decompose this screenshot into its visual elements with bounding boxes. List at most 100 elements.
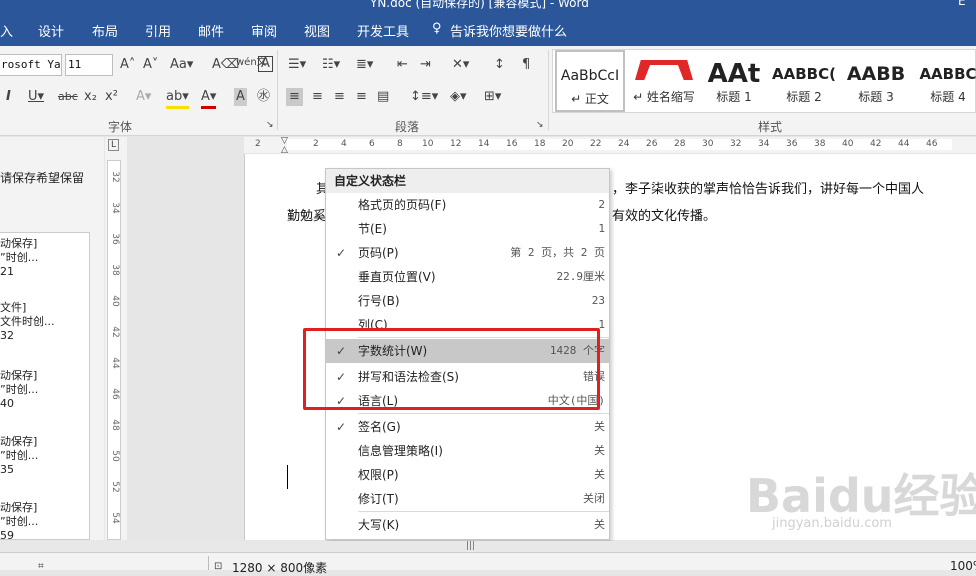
resolution-icon: ⊡ bbox=[214, 561, 223, 572]
style-preview: AaBbCcI bbox=[560, 68, 620, 84]
align-left-icon[interactable]: ≡ bbox=[286, 88, 303, 106]
shading-icon[interactable]: ◈▾ bbox=[450, 88, 467, 106]
hruler-number: 38 bbox=[814, 139, 826, 149]
font-color-icon[interactable]: A▾ bbox=[201, 88, 217, 109]
paragraph-dialog-launcher-icon[interactable]: ↘ bbox=[536, 116, 544, 134]
enclose-char-icon[interactable]: ㊌ bbox=[257, 88, 270, 106]
list-item[interactable]: 文件] 文件时创... 32 bbox=[0, 301, 55, 343]
style-name: ↵ 姓名缩写 bbox=[633, 90, 695, 104]
style-normal[interactable]: AaBbCcI ↵ 正文 bbox=[555, 50, 625, 112]
decrease-indent-icon[interactable]: ⇤ bbox=[397, 56, 408, 74]
menu-item-caps-lock[interactable]: 大写(K) 关 bbox=[326, 513, 609, 537]
increase-indent-icon[interactable]: ⇥ bbox=[420, 56, 431, 74]
shrink-font-icon[interactable]: A˅ bbox=[143, 56, 158, 74]
ribbon: rosoft Ya 11 A˄ A˅ Aa▾ A⌫ wén文 A I U▾ ab… bbox=[0, 46, 976, 136]
tab-review[interactable]: 审阅 bbox=[251, 21, 277, 40]
menu-item-track-changes[interactable]: 修订(T) 关闭 bbox=[326, 487, 609, 511]
window-title: YN.doc (自动保存的) [兼容模式] - Word bbox=[370, 0, 589, 10]
tell-me-search[interactable]: 告诉我你想要做什么 bbox=[450, 21, 567, 40]
list-item[interactable]: 动保存] ”时创... 40 bbox=[0, 369, 38, 411]
strikethrough-icon[interactable]: abc bbox=[58, 88, 78, 106]
align-center-icon[interactable]: ≡ bbox=[312, 88, 323, 106]
borders-icon[interactable]: ⊞▾ bbox=[484, 88, 501, 106]
style-name: ↵ 正文 bbox=[571, 92, 609, 106]
ribbon-tabs: 入 设计 布局 引用 邮件 审阅 视图 开发工具 ♀ 告诉我你想要做什么 bbox=[0, 12, 976, 46]
style-heading-4[interactable]: AABBC 标题 4 bbox=[913, 50, 976, 112]
hruler-number: 28 bbox=[674, 139, 686, 149]
tab-selector-icon[interactable]: L bbox=[108, 139, 120, 151]
style-heading-1[interactable]: AAt 标题 1 bbox=[699, 50, 769, 112]
align-right-icon[interactable]: ≡ bbox=[334, 88, 345, 106]
menu-item-formatted-page[interactable]: 格式页的页码(F) 2 bbox=[326, 193, 609, 217]
indent-marker-icon[interactable]: ▽ △ bbox=[281, 137, 288, 155]
distributed-icon[interactable]: ▤ bbox=[377, 88, 389, 106]
status-icon[interactable]: ⌗ bbox=[38, 558, 44, 576]
superscript-icon[interactable]: x² bbox=[105, 88, 118, 106]
highlight-annotation-box bbox=[303, 328, 600, 410]
menu-item-info-policy[interactable]: 信息管理策略(I) 关 bbox=[326, 439, 609, 463]
tab-insert[interactable]: 入 bbox=[0, 21, 13, 40]
style-initials[interactable]: ↵ 姓名缩写 bbox=[629, 50, 699, 112]
tab-view[interactable]: 视图 bbox=[304, 21, 330, 40]
chinese-layout-icon[interactable]: ✕▾ bbox=[452, 56, 469, 74]
tab-developer[interactable]: 开发工具 bbox=[357, 21, 409, 40]
char-shading-icon[interactable]: A bbox=[234, 88, 247, 106]
menu-item-line-number[interactable]: 行号(B) 23 bbox=[326, 289, 609, 313]
recovery-list[interactable]: 动保存] ”时创... 21 文件] 文件时创... 32 动保存] ”时创... 40 动… bbox=[0, 232, 90, 543]
list-item[interactable]: 动保存] ”时创... 35 bbox=[0, 435, 38, 477]
hruler-number: 10 bbox=[422, 139, 434, 149]
grow-font-icon[interactable]: A˄ bbox=[120, 56, 135, 74]
char-border-icon[interactable]: A bbox=[258, 56, 273, 72]
scroll-grip-icon[interactable]: ||| bbox=[466, 541, 475, 551]
text-effect-icon[interactable]: A▾ bbox=[136, 88, 151, 106]
menu-item-section[interactable]: 节(E) 1 bbox=[326, 217, 609, 241]
tab-mailings[interactable]: 邮件 bbox=[198, 21, 224, 40]
hruler-number: 20 bbox=[562, 139, 574, 149]
vruler-number: 50 bbox=[110, 450, 120, 462]
style-name: 标题 4 bbox=[930, 90, 966, 104]
check-icon: ✓ bbox=[336, 420, 347, 434]
menu-item-vertical-position[interactable]: 垂直页位置(V) 22.9厘米 bbox=[326, 265, 609, 289]
tab-references[interactable]: 引用 bbox=[145, 21, 171, 40]
doc-text-line1-end: ，李子柒收获的掌声恰恰告诉我们，讲好每一个中国人 bbox=[612, 182, 925, 197]
underline-icon[interactable]: U▾ bbox=[28, 88, 44, 106]
zoom-level[interactable]: 100% bbox=[950, 559, 976, 573]
multilevel-list-icon[interactable]: ≣▾ bbox=[356, 56, 373, 74]
style-heading-3[interactable]: AABB 标题 3 bbox=[841, 50, 911, 112]
style-preview: AABBC( bbox=[772, 65, 836, 83]
tab-layout[interactable]: 布局 bbox=[92, 21, 118, 40]
subscript-icon[interactable]: x₂ bbox=[84, 88, 97, 106]
justify-icon[interactable]: ≡ bbox=[356, 88, 367, 106]
list-item[interactable]: 动保存] ”时创... 21 bbox=[0, 237, 38, 279]
highlight-icon[interactable]: ab▾ bbox=[166, 88, 189, 109]
styles-gallery: AaBbCcI ↵ 正文 ↵ 姓名缩写 AAt 标题 1 AABBC( 标题 2… bbox=[552, 49, 976, 113]
bullets-icon[interactable]: ☰▾ bbox=[288, 56, 306, 74]
menu-item-signatures[interactable]: ✓ 签名(G) 关 bbox=[326, 415, 609, 439]
hruler-number: 4 bbox=[341, 139, 347, 149]
menu-item-page-number[interactable]: ✓ 页码(P) 第 2 页，共 2 页 bbox=[326, 241, 609, 265]
sort-icon[interactable]: ↕ bbox=[494, 56, 505, 74]
font-group-label: 字体 bbox=[108, 120, 133, 134]
hruler-number: 26 bbox=[646, 139, 658, 149]
font-name-box[interactable]: rosoft Ya bbox=[0, 54, 62, 76]
styles-group-label: 样式 bbox=[758, 120, 783, 134]
style-heading-2[interactable]: AABBC( 标题 2 bbox=[769, 50, 839, 112]
hruler-number: 2 bbox=[313, 139, 319, 149]
hruler-number: 14 bbox=[478, 139, 490, 149]
numbering-icon[interactable]: ☷▾ bbox=[322, 56, 340, 74]
hruler-number: 30 bbox=[702, 139, 714, 149]
font-size-box[interactable]: 11 bbox=[65, 54, 113, 76]
style-name: 标题 3 bbox=[858, 90, 894, 104]
italic-icon[interactable]: I bbox=[6, 88, 11, 106]
resolution-readout: 1280 × 800像素 bbox=[232, 561, 328, 575]
tab-design[interactable]: 设计 bbox=[38, 21, 64, 40]
menu-title: 自定义状态栏 bbox=[326, 169, 609, 193]
menu-item-permissions[interactable]: 权限(P) 关 bbox=[326, 463, 609, 487]
horizontal-scrollbar[interactable]: ||| bbox=[0, 541, 976, 553]
font-dialog-launcher-icon[interactable]: ↘ bbox=[266, 116, 274, 134]
style-preview-swatch bbox=[629, 60, 699, 88]
show-marks-icon[interactable]: ¶ bbox=[522, 56, 530, 74]
change-case-icon[interactable]: Aa▾ bbox=[170, 56, 193, 74]
line-spacing-icon[interactable]: ↕≡▾ bbox=[410, 88, 438, 106]
list-item[interactable]: 动保存] ”时创... 59 bbox=[0, 501, 38, 543]
